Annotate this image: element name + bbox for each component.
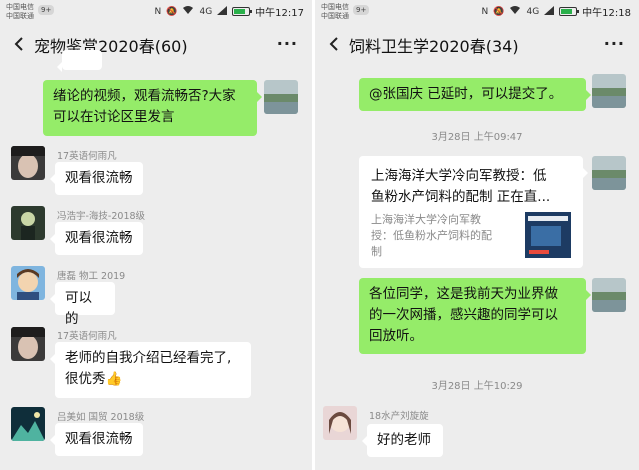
mute-icon: 🔕: [493, 6, 505, 17]
carrier-2: 中国联通: [321, 12, 349, 20]
incoming-message-bubble[interactable]: 好的老师: [362, 424, 443, 457]
carrier-2: 中国联通: [6, 12, 34, 20]
clock: 中午12:18: [582, 8, 631, 19]
incoming-message-bubble[interactable]: 老师的自我介绍已经看完了, 很优秀👍: [50, 342, 251, 398]
timestamp: 3月28日 上午10:29: [431, 381, 523, 392]
message-text: 的一次网播，感兴趣的同学可以: [369, 307, 558, 323]
sender-avatar[interactable]: [323, 406, 357, 440]
signal-type: 4G: [199, 6, 213, 17]
message-text: 观看很流畅: [65, 230, 133, 246]
sender-name: 冯浩宇-海技-2018级: [57, 211, 146, 222]
signal-icon: [544, 5, 555, 18]
message-text: 好的老师: [377, 432, 431, 448]
notification-badge: 9+: [38, 5, 55, 15]
nfc-icon: N: [481, 6, 489, 17]
wifi-icon: [182, 5, 194, 18]
more-options-icon[interactable]: ···: [277, 34, 298, 53]
sender-avatar[interactable]: [11, 266, 45, 300]
timestamp: 3月28日 上午09:47: [431, 132, 523, 143]
mute-icon: 🔕: [166, 6, 178, 17]
status-indicators: N 🔕 4G 中午12:18: [482, 4, 631, 19]
sender-name: 18水产刘旋旋: [369, 411, 429, 422]
incoming-message-bubble[interactable]: 观看很流畅: [50, 222, 143, 255]
status-bar: 中国电信 中国联通 9+ N 🔕 4G 中午12:17: [0, 0, 312, 24]
carrier-1: 中国电信: [6, 3, 34, 11]
carrier-names: 中国电信 中国联通: [321, 3, 349, 21]
carrier-1: 中国电信: [321, 3, 349, 11]
signal-icon: [217, 5, 228, 18]
back-arrow-icon[interactable]: [10, 34, 30, 54]
thumbs-up-emoji: 👍: [105, 371, 123, 387]
outgoing-message-bubble[interactable]: @张国庆 已延时，可以提交了。: [359, 78, 591, 111]
my-avatar[interactable]: [592, 156, 626, 190]
sender-name: 17英语何雨凡: [57, 151, 117, 162]
outgoing-message-bubble[interactable]: 绪论的视频，观看流畅否?大家 可以在讨论区里发言: [43, 80, 262, 136]
back-arrow-icon[interactable]: [325, 34, 345, 54]
chat-title: 饲料卫生学2020春(34): [349, 37, 519, 56]
sender-name: 17英语何雨凡: [57, 331, 117, 342]
outgoing-message-bubble[interactable]: 各位同学，这是我前天为业界做 的一次网播，感兴趣的同学可以 回放听。: [359, 278, 591, 354]
incoming-message-bubble[interactable]: 可以的: [50, 282, 115, 327]
card-description: 上海海洋大学冷向军教 授：低鱼粉水产饲料的配 制: [371, 213, 492, 258]
shared-link-card[interactable]: 上海海洋大学冷向军教授：低 鱼粉水产饲料的配制 正在直... 上海海洋大学冷向军…: [359, 156, 588, 268]
battery-icon: [559, 7, 580, 16]
wifi-icon: [509, 5, 521, 18]
message-list[interactable]: 绪论的视频，观看流畅否?大家 可以在讨论区里发言 17英语何雨凡 观看很流畅 冯…: [0, 50, 312, 470]
message-text: 可以的: [65, 290, 92, 327]
carrier-names: 中国电信 中国联通: [6, 3, 34, 21]
chat-header: 饲料卫生学2020春(34) ···: [315, 24, 639, 64]
message-text: 观看很流畅: [65, 170, 133, 186]
message-text: 可以在讨论区里发言: [53, 109, 175, 125]
message-text: 很优秀: [65, 371, 106, 387]
sender-avatar[interactable]: [11, 146, 45, 180]
message-text: 绪论的视频，观看流畅否?大家: [53, 88, 236, 104]
sender-name: 唐磊 物工 2019: [57, 271, 126, 282]
partial-message-bubble[interactable]: [57, 50, 102, 72]
chat-screen-left: 中国电信 中国联通 9+ N 🔕 4G 中午12:17 宠物鉴赏2020春(60…: [0, 0, 312, 470]
sender-avatar[interactable]: [11, 206, 45, 240]
my-avatar[interactable]: [264, 80, 298, 114]
clock: 中午12:17: [255, 8, 304, 19]
my-avatar[interactable]: [592, 278, 626, 312]
incoming-message-bubble[interactable]: 观看很流畅: [50, 162, 143, 195]
message-list[interactable]: @张国庆 已延时，可以提交了。 3月28日 上午09:47 上海海洋大学冷向军教…: [315, 64, 639, 470]
notification-badge: 9+: [353, 5, 370, 15]
battery-icon: [232, 7, 253, 16]
card-thumbnail: [525, 212, 571, 258]
more-options-icon[interactable]: ···: [604, 34, 625, 53]
message-text: 观看很流畅: [65, 431, 133, 447]
status-indicators: N 🔕 4G 中午12:17: [155, 4, 304, 19]
status-bar: 中国电信 中国联通 9+ N 🔕 4G 中午12:18: [315, 0, 639, 24]
sender-name: 吕美如 国贸 2018级: [57, 412, 145, 423]
signal-type: 4G: [526, 6, 540, 17]
my-avatar[interactable]: [592, 74, 626, 108]
chat-header: 宠物鉴赏2020春(60) ···: [0, 24, 312, 64]
card-title: 上海海洋大学冷向军教授：低 鱼粉水产饲料的配制 正在直...: [371, 168, 551, 205]
chat-screen-right: 中国电信 中国联通 9+ N 🔕 4G 中午12:18 饲料卫生学2020春(3…: [315, 0, 639, 470]
sender-avatar[interactable]: [11, 327, 45, 361]
message-text: @张国庆 已延时，可以提交了。: [369, 86, 563, 102]
nfc-icon: N: [154, 6, 162, 17]
message-text: 回放听。: [369, 328, 423, 344]
message-text: 老师的自我介绍已经看完了,: [65, 350, 232, 366]
incoming-message-bubble[interactable]: 观看很流畅: [50, 423, 143, 456]
chat-title: 宠物鉴赏2020春(60): [34, 37, 188, 56]
sender-avatar[interactable]: [11, 407, 45, 441]
message-text: 各位同学，这是我前天为业界做: [369, 286, 558, 302]
